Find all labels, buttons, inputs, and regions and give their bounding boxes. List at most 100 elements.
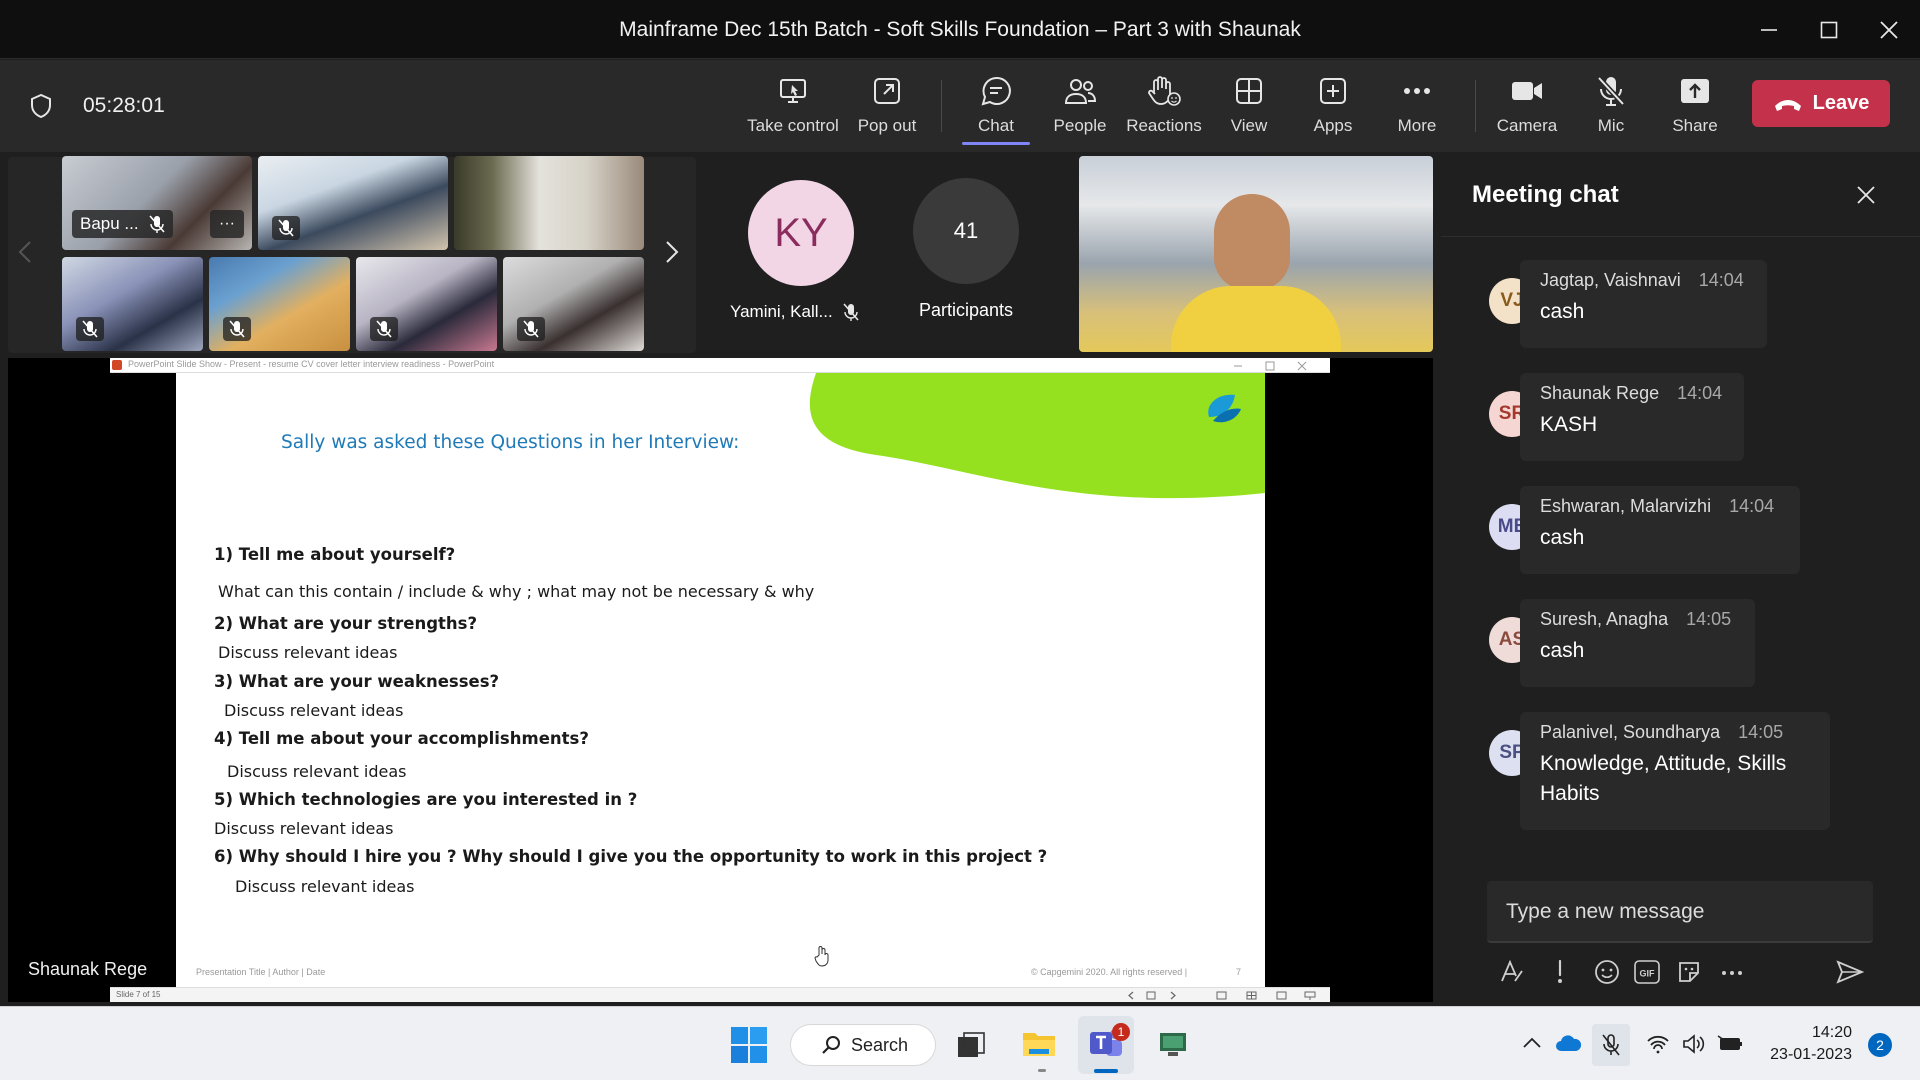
people-label: People [1053,116,1107,135]
mic-off-icon [1596,72,1626,110]
participants-count[interactable]: 41 [913,178,1019,284]
chat-bubble[interactable]: Palanivel, Soundharya 14:05 Knowledge, At… [1520,712,1830,830]
slide-page-number: 7 [1236,967,1242,977]
format-text-icon[interactable] [1499,959,1525,985]
running-indicator [1038,1069,1046,1072]
mic-off-icon [1602,1034,1620,1056]
mic-off-icon [278,219,294,237]
more-options-icon[interactable] [1720,969,1744,977]
participant-video[interactable] [209,257,350,351]
priority-icon[interactable] [1553,959,1567,985]
teams-taskbar-button[interactable]: 1 [1078,1016,1134,1074]
slideshow-status-bar: Slide 7 of 15 [110,987,1330,1002]
participant-name-tag: Bapu ... [72,210,173,238]
task-view-icon[interactable] [956,1030,986,1060]
clock-time: 14:20 [1811,1024,1852,1041]
window-controls-icon [1234,361,1307,371]
hang-up-icon [1774,99,1801,111]
message-time: 14:04 [1698,270,1744,290]
participant-video[interactable] [62,257,203,351]
slide-question: 1) Tell me about yourself? [214,545,456,564]
sender-name: Suresh, Anagha [1540,609,1669,629]
hand-cursor-icon [814,946,829,967]
leave-button[interactable]: Leave [1752,80,1890,127]
taskbar-search[interactable]: Search [790,1024,936,1066]
message-time: 14:04 [1729,496,1775,516]
view-label: View [1230,116,1268,135]
sticker-icon[interactable] [1676,959,1702,985]
slide-question-detail: Discuss relevant ideas [214,819,394,838]
capgemini-logo [1208,394,1241,423]
share-button[interactable]: Share [1651,72,1739,144]
message-body: KASH [1540,413,1598,436]
chat-bubble[interactable]: Suresh, Anagha 14:05 cash [1520,599,1755,687]
mic-off-icon [229,320,245,338]
mic-off-indicator [517,317,545,341]
sender-name: Eshwaran, Malarvizhi [1540,496,1712,516]
volume-icon[interactable] [1682,1034,1706,1054]
spotlight-video[interactable] [1079,156,1433,352]
chat-bubble[interactable]: Shaunak Rege 14:04 KASH [1520,373,1744,461]
slide-question: 3) What are your weaknesses? [214,672,500,691]
participant-more-options[interactable]: ··· [210,210,244,238]
chat-bubble[interactable]: Jagtap, Vaishnavi 14:04 cash [1520,260,1767,348]
mic-off-icon [843,303,859,321]
pop-out-button[interactable]: Pop out [843,72,931,144]
emoji-icon[interactable] [1594,959,1620,985]
participant-name: Yamini, Kall... [730,302,833,321]
mic-off-indicator [223,317,251,341]
chat-bubble[interactable]: Eshwaran, Malarvizhi 14:04 cash [1520,486,1800,574]
close-icon [1880,20,1898,39]
grid-view-icon [1234,72,1264,110]
maximize-button[interactable] [1799,0,1859,59]
slide-question-detail: Discuss relevant ideas [218,643,398,662]
mic-button[interactable]: Mic [1567,72,1655,144]
people-icon [1063,72,1097,110]
windows-start-icon[interactable] [730,1026,768,1064]
send-icon[interactable] [1836,959,1864,985]
take-control-icon [778,72,808,110]
battery-icon[interactable] [1716,1034,1744,1054]
view-button[interactable]: View [1205,72,1293,144]
people-button[interactable]: People [1036,72,1124,144]
onedrive-icon[interactable] [1554,1034,1582,1052]
message-time: 14:05 [1686,609,1732,629]
take-control-label: Take control [747,116,839,135]
taskbar-clock[interactable]: 14:20 23-01-2023 [1752,1022,1852,1066]
slide-footer-left: Presentation Title | Author | Date [196,967,326,977]
remote-desktop-icon[interactable] [1158,1030,1188,1058]
gallery-prev-icon[interactable] [18,240,32,264]
active-tab-indicator [962,142,1030,145]
participant-video[interactable] [356,257,497,351]
avatar[interactable]: KY [748,180,854,286]
minimize-button[interactable] [1739,0,1799,59]
close-chat-button[interactable] [1856,185,1876,205]
chat-button[interactable]: Chat [952,72,1040,145]
reactions-button[interactable]: Reactions [1120,72,1208,144]
mic-tray-button[interactable] [1592,1024,1630,1066]
wifi-icon[interactable] [1646,1034,1670,1054]
notification-center-badge[interactable]: 2 [1868,1033,1892,1057]
message-compose-box[interactable]: Type a new message [1487,881,1873,943]
camera-button[interactable]: Camera [1483,72,1571,144]
close-window-button[interactable] [1859,0,1919,59]
participant-video[interactable] [258,156,448,250]
close-icon [1857,186,1875,204]
raise-hand-icon [1147,72,1181,110]
apps-button[interactable]: Apps [1289,72,1377,144]
take-control-button[interactable]: Take control [747,72,839,144]
slideshow-nav-icons[interactable] [1125,990,1325,1001]
chevron-up-icon[interactable] [1522,1036,1542,1050]
more-button[interactable]: More [1373,72,1461,144]
participant-video[interactable] [454,156,644,250]
participant-video[interactable]: Bapu ... ··· [62,156,252,250]
more-label: More [1397,116,1437,135]
mic-off-icon [376,320,392,338]
slide-question-detail: Discuss relevant ideas [235,877,415,896]
mic-off-icon [82,320,98,338]
gif-icon[interactable]: GIF [1634,960,1660,984]
file-explorer-icon[interactable] [1021,1027,1057,1059]
presenter-name: Shaunak Rege [28,959,148,979]
participant-video[interactable] [503,257,644,351]
gallery-next-icon[interactable] [665,240,679,264]
